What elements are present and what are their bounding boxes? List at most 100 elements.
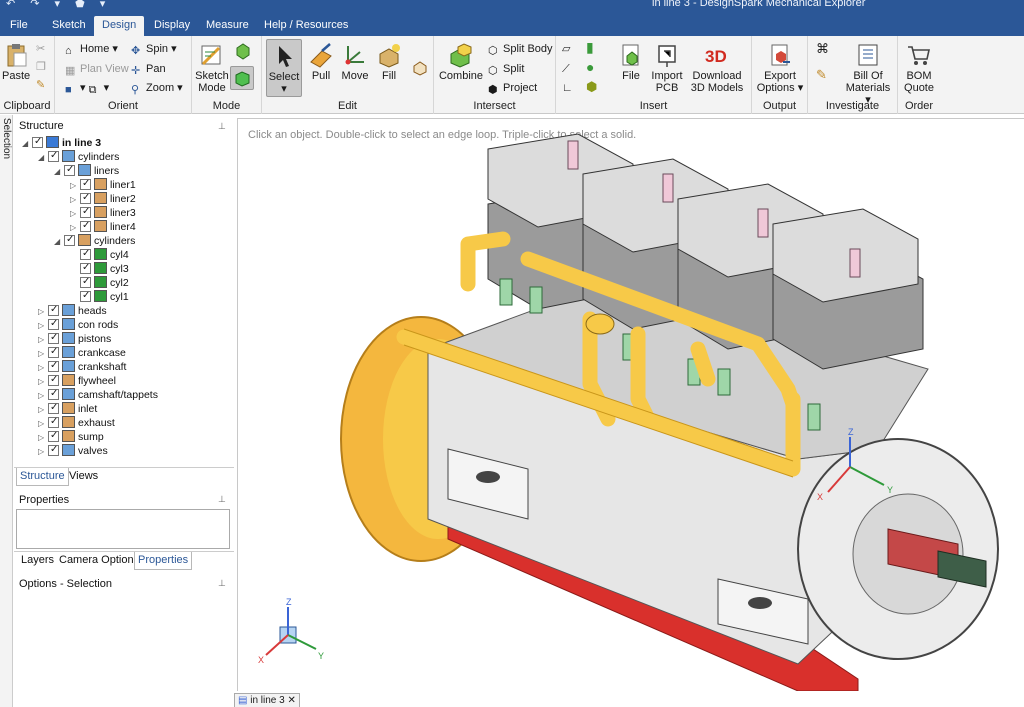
sphere-icon[interactable]: ● xyxy=(586,60,594,74)
tab-properties[interactable]: Properties xyxy=(134,552,193,570)
tree-item[interactable]: ▷ inlet xyxy=(38,401,97,417)
collapsed-arrow-icon[interactable]: ▷ xyxy=(38,417,48,431)
section-mode-icon[interactable] xyxy=(234,42,252,60)
bom-quote-button[interactable]: BOM Quote xyxy=(902,42,936,94)
tree-item[interactable]: ▷ heads xyxy=(38,303,107,319)
insert-file-button[interactable]: File xyxy=(614,42,648,82)
tree-item[interactable]: ▷ pistons xyxy=(38,331,111,347)
visibility-checkbox[interactable] xyxy=(64,233,75,247)
bill-of-materials-button[interactable]: Bill Of Materials ▾ xyxy=(842,42,894,106)
check-geometry-icon[interactable]: ⌘ xyxy=(816,42,829,56)
tab-design[interactable]: Design xyxy=(94,16,145,36)
visibility-checkbox[interactable] xyxy=(48,401,59,415)
visibility-checkbox[interactable] xyxy=(80,247,91,261)
format-painter-icon[interactable]: ✎ xyxy=(36,78,45,92)
tree-item[interactable]: ▷ exhaust xyxy=(38,415,115,431)
fill-button[interactable]: Fill xyxy=(374,42,404,82)
tree-item[interactable]: ▷ flywheel xyxy=(38,373,116,389)
tree-item[interactable]: cyl3 xyxy=(70,261,129,276)
project-button[interactable]: ⬢ Project xyxy=(488,81,537,96)
cylinder-icon[interactable]: ▮ xyxy=(586,40,594,54)
selection-side-tab[interactable]: Selection xyxy=(0,115,13,707)
split-body-button[interactable]: ⬡ Split Body xyxy=(488,42,553,57)
tree-item[interactable]: ▷ con rods xyxy=(38,317,118,333)
spin-button[interactable]: ✥ Spin ▾ xyxy=(131,42,177,57)
cut-icon[interactable]: ✂ xyxy=(36,42,45,56)
expanded-arrow-icon[interactable]: ◢ xyxy=(54,165,64,179)
view-cube-button[interactable]: ■ ▾ ⧉ ▾ xyxy=(65,81,109,96)
collapsed-arrow-icon[interactable]: ▷ xyxy=(38,347,48,361)
visibility-checkbox[interactable] xyxy=(48,317,59,331)
expanded-arrow-icon[interactable]: ◢ xyxy=(54,235,64,249)
tree-item[interactable]: ▷ sump xyxy=(38,429,104,445)
tree-item[interactable]: ▷ liner3 xyxy=(70,205,136,221)
collapsed-arrow-icon[interactable]: ▷ xyxy=(38,389,48,403)
pull-button[interactable]: Pull xyxy=(306,42,336,82)
zoom-button[interactable]: ⚲ Zoom ▾ xyxy=(131,81,183,96)
expanded-arrow-icon[interactable]: ◢ xyxy=(22,137,32,151)
visibility-checkbox[interactable] xyxy=(48,359,59,373)
combine-button[interactable]: Combine xyxy=(438,42,484,82)
tree-item[interactable]: ◢ cylinders xyxy=(38,149,119,165)
visibility-checkbox[interactable] xyxy=(80,261,91,275)
collapsed-arrow-icon[interactable]: ▷ xyxy=(38,431,48,445)
close-icon[interactable]: ✕ xyxy=(287,695,295,706)
collapsed-arrow-icon[interactable]: ▷ xyxy=(70,179,80,193)
collapsed-arrow-icon[interactable]: ▷ xyxy=(38,305,48,319)
visibility-checkbox[interactable] xyxy=(80,177,91,191)
select-button[interactable]: Select ▾ xyxy=(266,39,302,97)
tree-item[interactable]: ◢ in line 3 xyxy=(22,135,101,151)
shell-icon[interactable]: ⬢ xyxy=(586,80,597,94)
tab-layers[interactable]: Layers xyxy=(18,552,57,570)
axis-icon[interactable]: ⟋ xyxy=(562,62,570,76)
home-button[interactable]: ⌂ Home ▾ xyxy=(65,42,118,57)
collapsed-arrow-icon[interactable]: ▷ xyxy=(38,375,48,389)
tab-help-resources[interactable]: Help / Resources xyxy=(256,16,356,36)
tree-item[interactable]: ▷ crankshaft xyxy=(38,359,126,374)
visibility-checkbox[interactable] xyxy=(80,191,91,205)
visibility-checkbox[interactable] xyxy=(80,205,91,219)
paste-button[interactable]: Paste xyxy=(2,42,30,82)
tree-item[interactable]: cyl4 xyxy=(70,247,129,262)
download-3d-models-button[interactable]: 3D Download 3D Models xyxy=(686,42,748,94)
3d-mode-button[interactable] xyxy=(230,66,254,90)
collapsed-arrow-icon[interactable]: ▷ xyxy=(38,445,48,459)
visibility-checkbox[interactable] xyxy=(48,149,59,163)
visibility-checkbox[interactable] xyxy=(48,415,59,429)
visibility-checkbox[interactable] xyxy=(48,387,59,401)
collapsed-arrow-icon[interactable]: ▷ xyxy=(70,207,80,221)
tab-structure[interactable]: Structure xyxy=(16,468,69,486)
visibility-checkbox[interactable] xyxy=(48,345,59,359)
tree-item[interactable]: ▷ valves xyxy=(38,443,108,459)
visibility-checkbox[interactable] xyxy=(80,275,91,289)
move-button[interactable]: Move xyxy=(340,42,370,82)
collapsed-arrow-icon[interactable]: ▷ xyxy=(38,403,48,417)
tab-file[interactable]: File xyxy=(2,16,36,36)
expanded-arrow-icon[interactable]: ◢ xyxy=(38,151,48,165)
engine-model[interactable]: Z Y X Z Y X xyxy=(238,119,1024,691)
collapsed-arrow-icon[interactable]: ▷ xyxy=(38,333,48,347)
tree-item[interactable]: ▷liner4 xyxy=(70,219,136,234)
origin-icon[interactable]: ∟ xyxy=(562,81,573,95)
properties-grid[interactable] xyxy=(16,509,230,549)
copy-icon[interactable]: ❐ xyxy=(36,60,46,74)
tab-display[interactable]: Display xyxy=(146,16,198,36)
tree-item[interactable]: ▷ liner2 xyxy=(70,191,136,207)
visibility-checkbox[interactable] xyxy=(80,219,91,233)
tree-item[interactable]: ◢ cylinders xyxy=(54,233,135,249)
tab-views[interactable]: Views xyxy=(66,468,101,486)
replace-icon[interactable] xyxy=(412,60,428,76)
sketch-mode-button[interactable]: Sketch Mode xyxy=(194,42,230,94)
document-tab[interactable]: ▤ in line 3 ✕ xyxy=(234,693,300,707)
visibility-checkbox[interactable] xyxy=(48,331,59,345)
visibility-checkbox[interactable] xyxy=(48,303,59,317)
collapsed-arrow-icon[interactable]: ▷ xyxy=(38,319,48,333)
export-options-button[interactable]: Export Options ▾ xyxy=(756,42,804,94)
visibility-checkbox[interactable] xyxy=(48,429,59,443)
import-pcb-button[interactable]: Import PCB xyxy=(650,42,684,94)
tab-measure[interactable]: Measure xyxy=(198,16,257,36)
tree-item[interactable]: ▷ liner1 xyxy=(70,177,136,193)
visibility-checkbox[interactable] xyxy=(80,289,91,303)
measure-tape-icon[interactable]: ✎ xyxy=(816,68,827,82)
collapsed-arrow-icon[interactable]: ▷ xyxy=(70,193,80,207)
